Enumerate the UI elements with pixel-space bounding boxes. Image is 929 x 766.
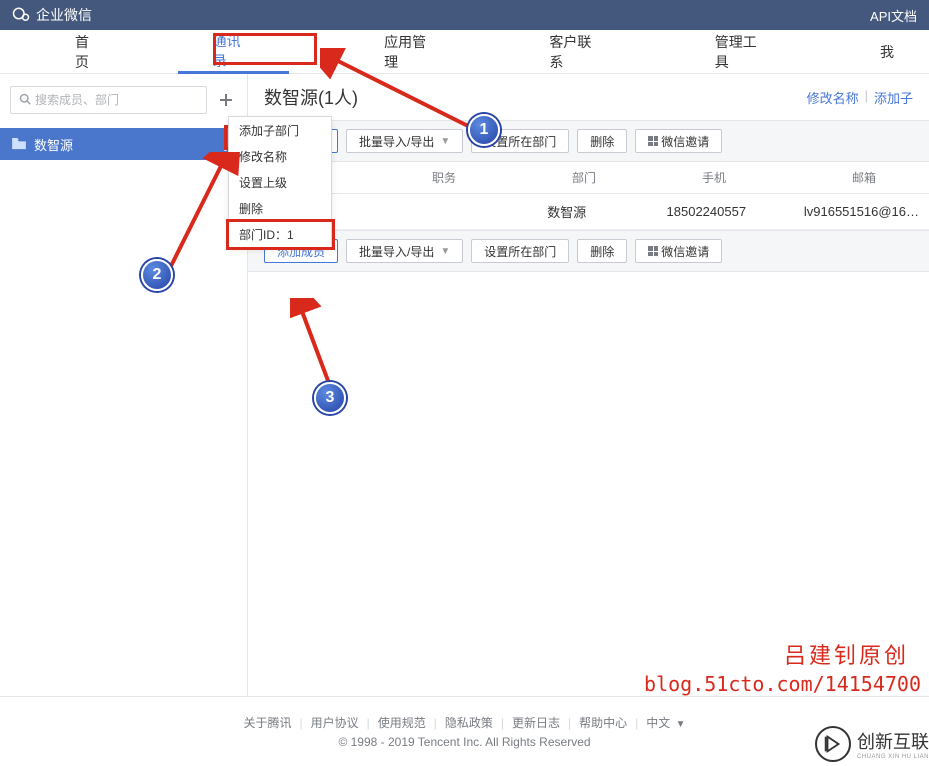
footer-link[interactable]: 用户协议 bbox=[311, 714, 359, 731]
nav-tools[interactable]: 管理工具 bbox=[680, 30, 805, 74]
add-sub-link[interactable]: 添加子 bbox=[874, 88, 913, 107]
set-dept-button[interactable]: 设置所在部门 bbox=[471, 129, 569, 153]
cell-email: lv916551516@16… bbox=[794, 204, 929, 219]
dept-item[interactable]: 数智源 bbox=[0, 128, 247, 160]
nav-more[interactable]: 我 bbox=[845, 30, 929, 74]
rename-link[interactable]: 修改名称 bbox=[807, 88, 859, 107]
sidebar: 数智源 添加子部门 修改名称 设置上级 删除 部门ID：1 bbox=[0, 74, 248, 696]
wecom-logo-icon bbox=[12, 6, 30, 24]
qr-icon bbox=[648, 136, 658, 146]
watermark-url: blog.51cto.com/14154700 bbox=[644, 672, 921, 696]
divider: | bbox=[865, 88, 868, 107]
caret-down-icon: ▼ bbox=[440, 246, 450, 257]
wx-invite-button[interactable]: 微信邀请 bbox=[635, 129, 722, 153]
menu-add-sub-dept[interactable]: 添加子部门 bbox=[229, 117, 331, 143]
batch-io-button[interactable]: 批量导入/导出▼ bbox=[346, 129, 463, 153]
footer-links: 关于腾讯| 用户协议| 使用规范| 隐私政策| 更新日志| 帮助中心| 中文 ▼ bbox=[243, 714, 685, 731]
qr-icon bbox=[648, 246, 658, 256]
col-email: 邮箱 bbox=[842, 169, 929, 186]
add-button[interactable] bbox=[215, 89, 237, 111]
brand-badge: 创新互联 CHUANG XIN HU LIAN bbox=[815, 726, 929, 762]
footer-link[interactable]: 帮助中心 bbox=[579, 714, 627, 731]
nav-customers[interactable]: 客户联系 bbox=[514, 30, 639, 74]
badge-text-cn: 创新互联 bbox=[857, 728, 929, 754]
menu-set-parent[interactable]: 设置上级 bbox=[229, 169, 331, 195]
nav-apps[interactable]: 应用管理 bbox=[349, 30, 474, 74]
badge-text-en: CHUANG XIN HU LIAN bbox=[857, 754, 929, 760]
menu-dept-id: 部门ID：1 bbox=[229, 221, 331, 247]
folder-icon bbox=[12, 138, 26, 150]
watermark-author: 吕建钊原创 bbox=[784, 638, 909, 670]
dept-context-menu: 添加子部门 修改名称 设置上级 删除 部门ID：1 bbox=[228, 116, 332, 248]
app-header: 企业微信 API文档 bbox=[0, 0, 929, 30]
search-input[interactable] bbox=[35, 93, 198, 107]
table-header: 姓名 职务 部门 手机 邮箱 bbox=[248, 162, 929, 194]
page-title: 数智源(1人) bbox=[264, 84, 358, 110]
wx-invite-button-2[interactable]: 微信邀请 bbox=[635, 239, 722, 263]
footer-link[interactable]: 关于腾讯 bbox=[243, 714, 291, 731]
badge-icon bbox=[815, 726, 851, 762]
footer-lang[interactable]: 中文 ▼ bbox=[646, 714, 685, 731]
main-nav: 首页 通讯录 应用管理 客户联系 管理工具 我 bbox=[0, 30, 929, 74]
footer-link[interactable]: 隐私政策 bbox=[445, 714, 493, 731]
delete-button-2[interactable]: 删除 bbox=[577, 239, 627, 263]
menu-rename[interactable]: 修改名称 bbox=[229, 143, 331, 169]
main-area: 数智源 添加子部门 修改名称 设置上级 删除 部门ID：1 数智源(1人) 修改… bbox=[0, 74, 929, 696]
set-dept-button-2[interactable]: 设置所在部门 bbox=[471, 239, 569, 263]
dept-name-label: 数智源 bbox=[34, 135, 207, 154]
more-icon bbox=[224, 138, 227, 151]
nav-home[interactable]: 首页 bbox=[40, 30, 138, 74]
col-phone: 手机 bbox=[692, 169, 842, 186]
batch-io-button-2[interactable]: 批量导入/导出▼ bbox=[346, 239, 463, 263]
delete-button[interactable]: 删除 bbox=[577, 129, 627, 153]
caret-down-icon: ▼ bbox=[440, 136, 450, 147]
footer-link[interactable]: 更新日志 bbox=[512, 714, 560, 731]
app-title: 企业微信 bbox=[36, 5, 92, 25]
footer: 关于腾讯| 用户协议| 使用规范| 隐私政策| 更新日志| 帮助中心| 中文 ▼… bbox=[0, 696, 929, 766]
search-icon bbox=[19, 93, 31, 108]
col-dept: 部门 bbox=[562, 169, 692, 186]
table-row[interactable]: 钊 数智源 18502240557 lv916551516@16… bbox=[248, 194, 929, 230]
members-table: 姓名 职务 部门 手机 邮箱 钊 数智源 18502240557 lv91655… bbox=[248, 162, 929, 230]
search-box[interactable] bbox=[10, 86, 207, 114]
col-title: 职务 bbox=[422, 169, 562, 186]
menu-delete[interactable]: 删除 bbox=[229, 195, 331, 221]
cell-dept: 数智源 bbox=[537, 202, 656, 221]
toolbar-bottom: 添加成员 批量导入/导出▼ 设置所在部门 删除 微信邀请 bbox=[248, 230, 929, 272]
toolbar-top: 添加成员 批量导入/导出▼ 设置所在部门 删除 微信邀请 bbox=[248, 120, 929, 162]
api-docs-link[interactable]: API文档 bbox=[870, 6, 917, 25]
content-area: 数智源(1人) 修改名称 | 添加子 添加成员 批量导入/导出▼ 设置所在部门 … bbox=[248, 74, 929, 696]
nav-contacts[interactable]: 通讯录 bbox=[178, 30, 289, 74]
copyright: © 1998 - 2019 Tencent Inc. All Rights Re… bbox=[338, 735, 590, 749]
cell-phone: 18502240557 bbox=[657, 204, 794, 219]
footer-link[interactable]: 使用规范 bbox=[378, 714, 426, 731]
